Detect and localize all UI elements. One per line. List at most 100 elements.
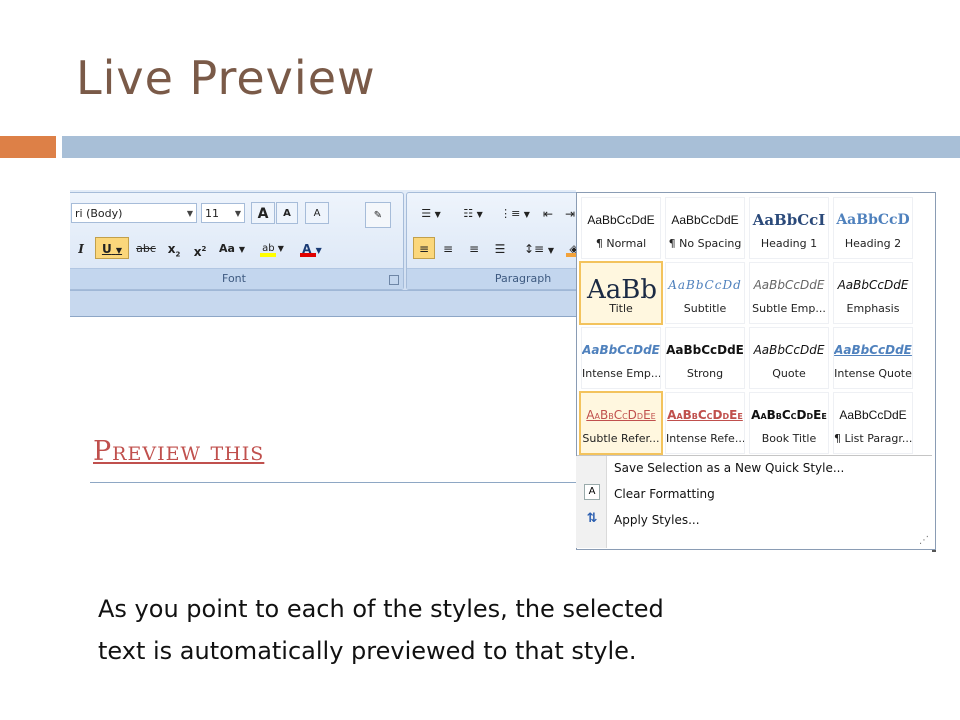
font-color-button[interactable]: A ▼ [295, 237, 329, 259]
underline-button[interactable]: U ▼ [95, 237, 129, 259]
slide-title: Live Preview [76, 51, 376, 105]
ribbon-bottom-band [70, 290, 576, 316]
style-tile-book-title[interactable]: AaBbCcDdEe Book Title [749, 392, 829, 454]
style-tile-subtle-emphasis[interactable]: AaBbCcDdE Subtle Emp... [749, 262, 829, 324]
style-sample: AaBbCcDdE [753, 278, 825, 292]
underline-icon: U [101, 242, 112, 256]
align-right-button[interactable]: ≡ [463, 237, 485, 259]
style-tile-quote[interactable]: AaBbCcDdE Quote [749, 327, 829, 389]
grow-font-button[interactable]: A [251, 202, 275, 224]
align-left-button[interactable]: ≡ [413, 237, 435, 259]
font-group: ri (Body) ▼ 11 ▼ A A A I U ▼ abc x2 x2 A… [70, 192, 404, 290]
font-size-box[interactable]: 11 ▼ [201, 203, 245, 223]
body-line-2: text is automatically previewed to that … [98, 637, 637, 665]
style-sample: AaBbCcDdE [834, 343, 912, 357]
style-tile-intense-quote[interactable]: AaBbCcDdE Intense Quote [833, 327, 913, 389]
bullets-icon: ☰ [421, 207, 432, 220]
style-sample: AaBbCcDdE [837, 278, 909, 292]
menu-separator [577, 455, 932, 456]
heading-underline-rule [90, 482, 576, 483]
align-right-icon: ≡ [468, 242, 480, 256]
style-tile-subtitle[interactable]: AaBbCcDd Subtitle [665, 262, 745, 324]
style-tile-emphasis[interactable]: AaBbCcDdE Emphasis [833, 262, 913, 324]
accent-bar-orange [0, 136, 56, 158]
style-label: Intense Emp... [582, 367, 660, 380]
superscript-button[interactable]: x2 [189, 237, 211, 259]
style-label: Subtle Emp... [752, 302, 826, 315]
dropdown-arrow-icon[interactable]: ▼ [524, 210, 530, 219]
style-tile-normal[interactable]: AaBbCcDdE ¶ Normal [581, 197, 661, 259]
highlight-button[interactable]: ab ▼ [255, 237, 291, 259]
shading-button[interactable]: ◈ ▼ [561, 237, 576, 259]
dropdown-arrow-icon[interactable]: ▼ [239, 245, 245, 254]
style-tile-no-spacing[interactable]: AaBbCcDdE ¶ No Spacing [665, 197, 745, 259]
align-left-icon: ≡ [418, 242, 430, 256]
italic-button[interactable]: I [71, 237, 91, 259]
styles-pane-button[interactable]: ✎ [365, 202, 391, 228]
style-sample: AaBbCcI [752, 211, 826, 229]
dropdown-arrow-icon[interactable]: ▼ [316, 246, 322, 255]
apply-styles-menu-item[interactable]: Apply Styles... [614, 511, 700, 529]
numbering-button[interactable]: ☷ ▼ [453, 202, 493, 224]
style-sample: AaBbCcDdEe [586, 408, 656, 422]
dropdown-arrow-icon[interactable]: ▼ [187, 204, 193, 224]
bullets-button[interactable]: ☰ ▼ [411, 202, 451, 224]
style-tile-heading-2[interactable]: AaBbCcD Heading 2 [833, 197, 913, 259]
resize-grip-icon[interactable]: ⋰ [919, 535, 929, 546]
style-label: Strong [686, 367, 724, 380]
style-tile-heading-1[interactable]: AaBbCcI Heading 1 [749, 197, 829, 259]
style-tile-intense-reference[interactable]: AaBbCcDdEe Intense Refe... [665, 392, 745, 454]
style-tile-subtle-reference[interactable]: AaBbCcDdEe Subtle Refer... [579, 391, 663, 455]
strikethrough-button[interactable]: abc [133, 237, 159, 259]
style-sample: AaBbCcDdE [582, 343, 660, 357]
style-label: ¶ Normal [595, 237, 647, 250]
grow-font-icon: A [257, 206, 269, 222]
strikethrough-icon: abc [136, 242, 156, 255]
increase-indent-button[interactable]: ⇥ [559, 202, 576, 224]
clear-format-icon: ✎ [373, 210, 383, 221]
dialog-launcher-icon[interactable] [389, 275, 399, 285]
decrease-indent-icon: ⇤ [542, 207, 554, 221]
style-tile-list-paragraph[interactable]: AaBbCcDdE ¶ List Paragr... [833, 392, 913, 454]
clear-format-button[interactable]: A [305, 202, 329, 224]
style-sample: AaBbCcDdE [666, 343, 744, 357]
paragraph-group-label: Paragraph [407, 268, 576, 289]
dropdown-arrow-icon[interactable]: ▼ [477, 210, 483, 219]
align-center-icon: ≡ [442, 242, 454, 256]
multilevel-list-button[interactable]: ⋮≡ ▼ [495, 202, 535, 224]
style-sample: AaBbCcDdE [753, 343, 825, 357]
font-name-value: ri (Body) [75, 207, 123, 220]
style-label: Heading 1 [760, 237, 818, 250]
font-size-value: 11 [205, 207, 219, 220]
body-text: As you point to each of the styles, the … [98, 588, 858, 672]
dropdown-arrow-icon[interactable]: ▼ [548, 246, 554, 255]
paragraph-group: ☰ ▼ ☷ ▼ ⋮≡ ▼ ⇤ ⇥ A↓ ¶ ≡ ≡ ≡ ☰ ↕≡ ▼ ◈ ▼ ⊞… [406, 192, 576, 290]
style-label: Quote [772, 367, 806, 380]
style-sample: AaBbCcDdE [839, 408, 907, 422]
subscript-button[interactable]: x2 [163, 237, 185, 259]
style-tile-title[interactable]: AaBb Title [579, 261, 663, 325]
shrink-font-button[interactable]: A [276, 202, 298, 224]
save-selection-menu-item[interactable]: Save Selection as a New Quick Style... [614, 459, 844, 477]
style-tile-intense-emphasis[interactable]: AaBbCcDdE Intense Emp... [581, 327, 661, 389]
decrease-indent-button[interactable]: ⇤ [537, 202, 559, 224]
justify-button[interactable]: ☰ [489, 237, 511, 259]
style-tile-strong[interactable]: AaBbCcDdE Strong [665, 327, 745, 389]
align-center-button[interactable]: ≡ [437, 237, 459, 259]
dropdown-arrow-icon[interactable]: ▼ [278, 244, 284, 253]
change-case-icon: Aa [219, 242, 235, 255]
clear-formatting-menu-item[interactable]: Clear Formatting [614, 485, 715, 503]
dropdown-arrow-icon[interactable]: ▼ [116, 246, 122, 255]
style-label: Intense Refe... [666, 432, 744, 445]
dropdown-arrow-icon[interactable]: ▼ [235, 204, 241, 224]
font-name-box[interactable]: ri (Body) ▼ [71, 203, 197, 223]
style-label: ¶ No Spacing [668, 237, 742, 250]
line-spacing-button[interactable]: ↕≡ ▼ [521, 237, 557, 259]
clear-format-icon: A [313, 208, 321, 219]
multilevel-list-icon: ⋮≡ [500, 207, 521, 220]
dropdown-arrow-icon[interactable]: ▼ [435, 210, 441, 219]
style-label: Subtle Refer... [582, 432, 660, 445]
apply-styles-icon: ⇅ [586, 511, 598, 526]
style-sample: AaBbCcDdEe [751, 408, 827, 422]
change-case-button[interactable]: Aa ▼ [215, 237, 249, 259]
